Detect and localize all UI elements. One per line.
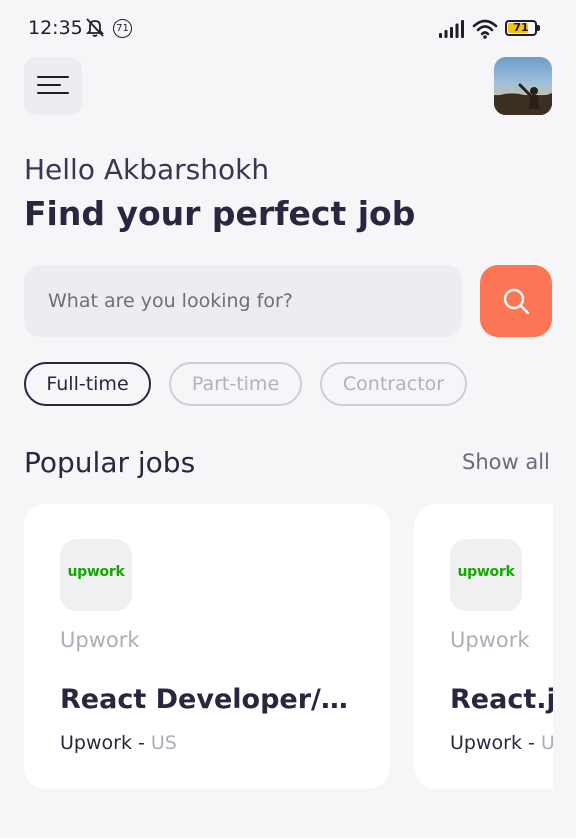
upwork-logo-icon: upwork	[67, 564, 125, 580]
job-card[interactable]: upwork Upwork React Developer/Ar... Upwo…	[24, 504, 390, 789]
notification-count-icon: 71	[113, 19, 132, 38]
job-title: React Developer/Ar...	[60, 684, 360, 715]
hamburger-menu-icon-line	[37, 92, 69, 95]
filter-chip-full-time[interactable]: Full-time	[24, 362, 151, 406]
signal-icon	[439, 20, 464, 38]
job-company: Upwork	[60, 628, 140, 652]
menu-button[interactable]	[24, 57, 82, 115]
upwork-logo-icon: upwork	[457, 564, 515, 580]
job-title: React.js	[450, 684, 553, 715]
search-button[interactable]	[480, 265, 552, 337]
greeting-text: Hello Akbarshokh	[24, 153, 270, 186]
filter-chip-contractor[interactable]: Contractor	[320, 362, 467, 406]
battery-level: 71	[513, 21, 529, 34]
hamburger-menu-icon	[37, 76, 69, 79]
filter-chip-part-time[interactable]: Part-time	[169, 362, 302, 406]
status-time: 12:35	[28, 17, 83, 39]
job-meta: Upwork - US	[60, 732, 177, 754]
wifi-icon	[472, 19, 498, 39]
hamburger-menu-icon-line	[37, 84, 61, 87]
company-logo: upwork	[450, 539, 522, 611]
job-employer: Upwork	[60, 732, 132, 754]
status-bar: 12:35 71 71	[0, 0, 576, 60]
job-separator: -	[521, 732, 541, 754]
avatar-photo	[494, 83, 552, 115]
battery-nub	[537, 25, 540, 31]
show-all-link[interactable]: Show all	[462, 450, 550, 474]
job-meta: Upwork - U	[450, 732, 553, 754]
section-title-popular-jobs: Popular jobs	[24, 446, 196, 479]
page-title: Find your perfect job	[24, 194, 416, 233]
job-separator: -	[131, 732, 151, 754]
job-card[interactable]: upwork Upwork React.js Upwork - U	[414, 504, 553, 789]
job-employer: Upwork	[450, 732, 522, 754]
battery-icon: 71	[505, 20, 540, 36]
job-location: U	[540, 732, 553, 754]
search-icon	[503, 288, 530, 315]
job-company: Upwork	[450, 628, 530, 652]
user-avatar[interactable]	[494, 57, 552, 115]
mute-icon	[85, 18, 105, 37]
job-cards-carousel[interactable]: upwork Upwork React Developer/Ar... Upwo…	[0, 500, 553, 800]
company-logo: upwork	[60, 539, 132, 611]
search-input[interactable]	[24, 265, 462, 337]
search-field[interactable]	[24, 265, 462, 337]
job-location: US	[150, 732, 177, 754]
